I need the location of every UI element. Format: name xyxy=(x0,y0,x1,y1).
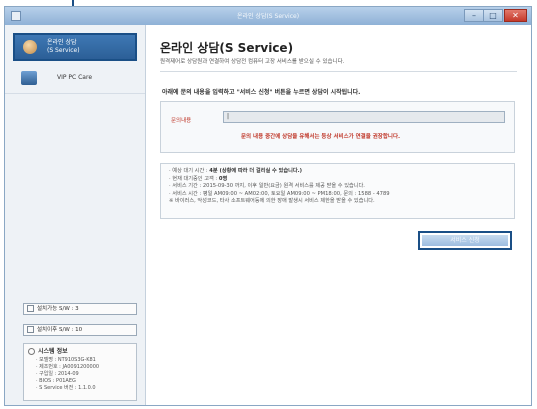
info-row-service-period: · 서비스 기간 : 2015-09-30 까지, 이후 일반(요금) 원격 서… xyxy=(169,183,365,190)
info-label: · 현재 대기중인 고객 : xyxy=(169,175,219,182)
system-info-row: · S Service 버전 : 1.1.0.0 xyxy=(36,385,96,391)
inquiry-section: 문의내용 | 문의 내용 중간에 상담을 유해서는 등상 서비스가 연결을 권장… xyxy=(160,101,515,153)
info-row-wait-time: · 예상 대기 시간 : 4분 (상황에 따라 더 걸리실 수 있습니다.) xyxy=(169,168,506,176)
sidebar-item-label: VIP PC Care xyxy=(57,74,93,81)
divider xyxy=(160,71,517,72)
service-info-box: · 예상 대기 시간 : 4분 (상황에 따라 더 걸리실 수 있습니다.) ·… xyxy=(160,163,515,219)
button-label: 설치가능 S/W : 3 xyxy=(37,306,79,312)
service-request-button-label: 서비스 신청 xyxy=(422,235,508,246)
system-info-row: · BIOS : P01AEG xyxy=(36,378,76,384)
sidebar-item-online-consult[interactable]: 온라인 상담 (S Service) xyxy=(13,33,137,61)
system-info-title: 시스템 정보 xyxy=(28,346,132,355)
info-label: · 예상 대기 시간 : xyxy=(169,168,210,174)
sidebar-item-vip-pc-care[interactable]: VIP PC Care xyxy=(17,71,137,87)
page-description: 원격제어로 상담원과 연결하여 상담전 컴퓨터 고장 서비스를 받으실 수 있습… xyxy=(160,59,345,65)
main-panel: 온라인 상담(S Service) 원격제어로 상담원과 연결하여 상담전 컴퓨… xyxy=(146,25,531,405)
installed-software-button[interactable]: 설치이후 S/W : 10 xyxy=(23,324,137,336)
title-bar[interactable]: 온라인 상담(S Service) – □ ✕ xyxy=(5,7,531,25)
software-icon xyxy=(27,305,34,312)
instruction-text: 아래에 문의 내용을 입력하고 "서비스 신청" 버튼을 누르면 상담이 시작됩… xyxy=(162,89,361,96)
system-info-title-text: 시스템 정보 xyxy=(38,348,68,355)
sidebar-item-label-line2: (S Service) xyxy=(47,47,80,54)
system-info-row: · 제조번호 : JA0091200000 xyxy=(36,364,100,370)
installable-software-button[interactable]: 설치가능 S/W : 3 xyxy=(23,303,137,315)
consultant-avatar-icon xyxy=(23,40,37,54)
inquiry-input[interactable]: | xyxy=(223,111,505,123)
software-icon xyxy=(27,326,34,333)
close-button[interactable]: ✕ xyxy=(504,9,527,22)
system-info-row: · 구입일 : 2014-09 xyxy=(36,371,79,377)
sidebar-divider xyxy=(5,93,145,94)
info-value: 4분 (상황에 따라 더 걸리실 수 있습니다.) xyxy=(209,168,303,174)
info-row-notice: ※ 바이러스, 악성코드, 타사 소프트웨어등에 의한 장애 발생시 서비스 제… xyxy=(169,198,375,205)
info-icon xyxy=(28,348,35,355)
system-info-row: · 모델명 : NT910S3G-K81 xyxy=(36,357,96,363)
sidebar: 온라인 상담 (S Service) VIP PC Care 설치가능 S/W … xyxy=(5,25,146,405)
page-title: 온라인 상담(S Service) xyxy=(160,41,294,55)
window-title: 온라인 상담(S Service) xyxy=(236,13,300,20)
minimize-button[interactable]: – xyxy=(464,9,484,22)
inquiry-label: 문의내용 xyxy=(171,118,192,124)
sidebar-item-label: 온라인 상담 (S Service) xyxy=(47,39,80,55)
service-request-button[interactable]: 서비스 신청 xyxy=(418,231,512,250)
info-value: 0명 xyxy=(218,175,228,182)
inquiry-warning: 문의 내용 중간에 상담을 유해서는 등상 서비스가 연결을 권장합니다. xyxy=(241,134,401,140)
button-label: 설치이후 S/W : 10 xyxy=(37,327,83,333)
monitor-icon xyxy=(21,71,37,85)
system-info-panel: 시스템 정보 · 모델명 : NT910S3G-K81 · 제조번호 : JA0… xyxy=(23,343,137,401)
sidebar-item-label-line1: 온라인 상담 xyxy=(47,39,77,46)
app-window: 온라인 상담(S Service) – □ ✕ 온라인 상담 (S Servic… xyxy=(4,6,532,406)
maximize-button[interactable]: □ xyxy=(483,9,503,22)
